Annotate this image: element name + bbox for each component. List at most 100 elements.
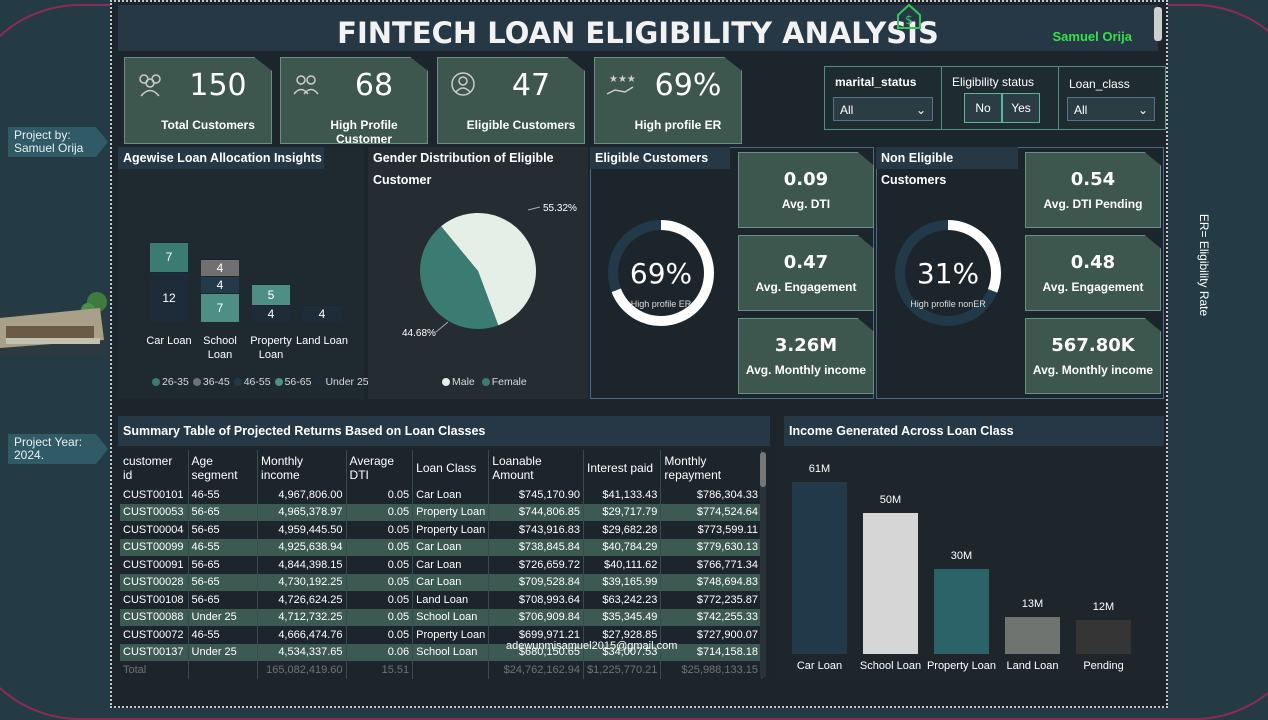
scrollbar-thumb[interactable] <box>1154 7 1162 41</box>
bar-segment[interactable]: 7 <box>150 242 188 272</box>
total-cell: 165,082,419.60 <box>257 661 347 679</box>
bar-segment[interactable]: 5 <box>252 284 290 306</box>
table-cell: Car Loan <box>412 573 490 591</box>
table-row[interactable]: CUST00053 56-65 4,965,378.97 0.05 Property L… <box>120 503 762 521</box>
income-bar[interactable] <box>934 569 989 654</box>
total-cell: $1,225,770.21 <box>583 661 662 679</box>
table-cell: $744,806.85 <box>488 503 585 521</box>
project-year-value: 2024. <box>14 448 45 462</box>
email-watermark: adewunmisamuel2015@gmail.com <box>506 640 678 652</box>
card-label: Avg. DTI Pending <box>1043 197 1143 211</box>
table-cell: $726,659.72 <box>488 556 585 574</box>
card-value: 0.48 <box>1070 252 1116 273</box>
column-header[interactable]: Loan Class <box>412 450 490 486</box>
table-cell: $709,528.84 <box>488 573 585 591</box>
column-header[interactable]: Monthly repayment <box>660 450 762 486</box>
svg-text:★★★: ★★★ <box>609 74 635 85</box>
table-row[interactable]: CUST00004 56-65 4,959,445.50 0.05 Property L… <box>120 521 762 539</box>
eligible-ring-label: High profile ER <box>630 299 692 309</box>
column-header[interactable]: Loanable Amount <box>488 450 585 486</box>
category-label: School Loan <box>859 660 922 672</box>
people-icon <box>135 70 165 100</box>
table-cell: 0.05 <box>346 521 414 539</box>
table-row[interactable]: CUST00028 56-65 4,730,192.25 0.05 Car Loan $7… <box>120 573 762 591</box>
bar-segment[interactable]: 7 <box>201 292 239 322</box>
filter-label: Loan_class <box>1069 77 1130 91</box>
project-by-name: Samuel Orija <box>14 141 84 155</box>
card-value: 0.54 <box>1070 169 1116 190</box>
table-cell: 0.05 <box>346 608 414 626</box>
table-cell: $29,682.28 <box>583 521 662 539</box>
female-legend-dot <box>481 378 490 386</box>
card-label: Avg. Engagement <box>1042 280 1144 294</box>
table-cell: 0.05 <box>346 503 414 521</box>
table-cell: 0.05 <box>346 538 414 556</box>
eligibility-no-button[interactable]: No <box>964 93 1002 123</box>
bar-segment[interactable]: 4 <box>252 305 290 322</box>
column-header[interactable]: Average DTI <box>346 450 414 486</box>
eligibility-status-filter: Eligibility status No Yes <box>942 67 1059 129</box>
table-row[interactable]: CUST00101 46-55 4,967,806.00 0.05 Car Loan $7… <box>120 486 762 504</box>
column-header[interactable]: Age segment <box>188 450 259 486</box>
table-row[interactable]: CUST00091 56-65 4,844,398.15 0.05 Car Loan $7… <box>120 556 762 574</box>
table-cell: CUST00088 <box>120 608 189 626</box>
table-row[interactable]: CUST00108 56-65 4,726,624.25 0.05 Land Loan $… <box>120 591 762 609</box>
page-title: FINTECH LOAN ELIGIBILITY ANALYSIS <box>337 16 939 50</box>
data-label: 30M <box>950 550 973 563</box>
table-cell: 4,730,192.25 <box>257 573 347 591</box>
table-cell: $39,165.99 <box>583 573 662 591</box>
eligible-avg-dti-card: 0.09 Avg. DTI <box>738 152 874 228</box>
table-cell: 0.05 <box>346 556 414 574</box>
leader-line <box>527 206 541 211</box>
income-bar[interactable] <box>1005 617 1060 654</box>
data-label: 13M <box>1021 598 1044 611</box>
table-cell: Under 25 <box>188 608 259 626</box>
bar-segment[interactable]: 4 <box>201 275 239 293</box>
table-cell: 56-65 <box>188 573 259 591</box>
non-eligible-avg-engagement-card: 0.48 Avg. Engagement <box>1025 235 1161 311</box>
card-value: 0.09 <box>783 169 829 190</box>
bar-segment[interactable]: 12 <box>150 271 188 322</box>
table-cell: Car Loan <box>412 556 490 574</box>
table-cell: $706,909.84 <box>488 608 585 626</box>
loan-class-dropdown[interactable]: All ⌄ <box>1067 97 1155 121</box>
income-title: Income Generated Across Loan Class <box>784 416 1164 446</box>
table-cell: Land Loan <box>412 591 490 609</box>
legend-dot <box>315 378 324 386</box>
chevron-down-icon: ⌄ <box>915 103 926 117</box>
marital-status-dropdown[interactable]: All ⌄ <box>833 97 933 121</box>
table-cell: 56-65 <box>188 503 259 521</box>
column-header[interactable]: customer id <box>120 450 189 486</box>
bar-segment[interactable]: 4 <box>201 259 239 276</box>
income-bar[interactable] <box>1076 620 1131 654</box>
table-scrollbar-thumb[interactable] <box>760 452 766 487</box>
chevron-down-icon: ⌄ <box>1137 103 1148 117</box>
table-cell: Under 25 <box>188 643 259 661</box>
table-cell: Car Loan <box>412 486 490 504</box>
total-cell <box>412 661 490 679</box>
eligible-avg-income-card: 3.26M Avg. Monthly income <box>738 318 874 394</box>
kpi-label: High profile ER <box>634 118 722 132</box>
table-row[interactable]: CUST00088 Under 25 4,712,732.25 0.05 School … <box>120 608 762 626</box>
card-label: Avg. Monthly income <box>745 363 867 377</box>
non-eligible-ring-label: High profile nonER <box>910 299 986 309</box>
column-header[interactable]: Interest paid <box>583 450 662 486</box>
bar-segment[interactable]: 4 <box>303 305 341 322</box>
table-cell: 4,965,378.97 <box>257 503 347 521</box>
kpi-value: 47 <box>511 68 551 103</box>
income-bar[interactable] <box>792 481 847 654</box>
table-cell: 46-55 <box>188 486 259 504</box>
agewise-legend: 26-35 36-45 46-55 56-65 Under 25 <box>152 376 373 388</box>
kpi-label: Eligible Customers <box>466 118 576 132</box>
eligible-avg-engagement-card: 0.47 Avg. Engagement <box>738 235 874 311</box>
title-bar: FINTECH LOAN ELIGIBILITY ANALYSIS Samuel… <box>118 3 1158 51</box>
column-header[interactable]: Monthly income <box>257 450 347 486</box>
income-bar[interactable] <box>863 513 918 654</box>
table-scrollbar[interactable] <box>760 452 766 678</box>
eligible-title: Eligible Customers <box>590 147 730 169</box>
table-cell: $708,993.64 <box>488 591 585 609</box>
table-row[interactable]: CUST00099 46-55 4,925,638.94 0.05 Car Loan $7… <box>120 538 762 556</box>
table-cell: Property Loan <box>412 626 490 644</box>
eligibility-yes-button[interactable]: Yes <box>1002 93 1040 123</box>
table-cell: $40,784.29 <box>583 538 662 556</box>
